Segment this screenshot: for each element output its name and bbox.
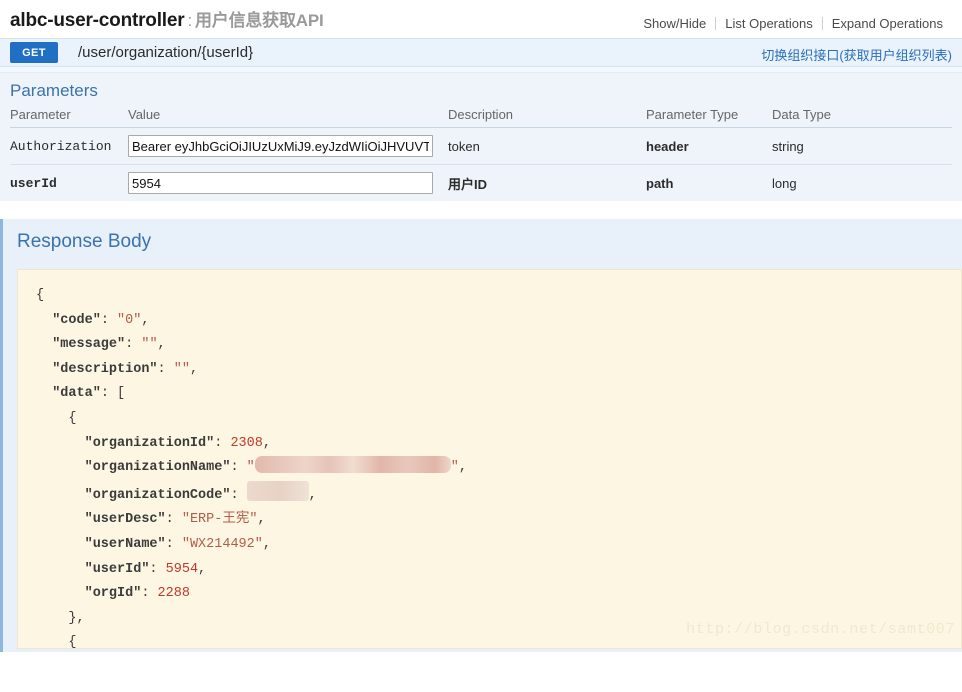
list-operations-link[interactable]: List Operations [716, 16, 821, 31]
operation-row[interactable]: GET /user/organization/{userId} 切换组织接口(获… [0, 38, 962, 67]
parameter-type-authorization: header [646, 127, 772, 165]
column-header-data-type: Data Type [772, 107, 952, 128]
parameter-description-authorization: token [448, 127, 646, 165]
userid-input[interactable] [128, 172, 433, 194]
column-header-parameter: Parameter [10, 107, 128, 128]
http-method-badge: GET [10, 42, 58, 63]
parameters-heading: Parameters [10, 81, 98, 100]
switch-organization-link[interactable]: 切换组织接口(获取用户组织列表) [761, 45, 952, 64]
data-type-userid: long [772, 175, 797, 191]
parameter-type-userid: path [646, 175, 674, 191]
table-header-row: Parameter Value Description Parameter Ty… [10, 107, 952, 128]
parameter-value-cell-userid [128, 165, 448, 202]
response-body-panel: Response Body { "code": "0", "message": … [0, 219, 962, 652]
expand-operations-link[interactable]: Expand Operations [823, 16, 952, 31]
controller-name: albc-user-controller [10, 10, 185, 31]
parameter-name-userid: userId [10, 175, 57, 191]
data-type-authorization: string [772, 127, 952, 165]
response-body-heading: Response Body [17, 231, 152, 252]
parameter-description-userid: 用户ID [448, 176, 488, 192]
authorization-input[interactable] [128, 135, 433, 157]
redacted-organization-name [254, 456, 451, 474]
title-separator: : [187, 11, 192, 30]
watermark: http://blog.csdn.net/samt007 [686, 621, 955, 638]
column-header-description: Description [448, 107, 646, 128]
response-json-content: { "code": "0", "message": "", "descripti… [36, 288, 467, 649]
parameter-value-cell-authorization [128, 127, 448, 165]
column-header-parameter-type: Parameter Type [646, 107, 772, 128]
controller-title: albc-user-controller: 用户信息获取API [10, 6, 324, 32]
show-hide-link[interactable]: Show/Hide [634, 16, 715, 31]
parameter-name-authorization: Authorization [10, 127, 128, 165]
response-json-box[interactable]: { "code": "0", "message": "", "descripti… [17, 269, 962, 649]
table-row: userId 用户ID path long [10, 165, 952, 202]
parameters-table: Parameter Value Description Parameter Ty… [10, 107, 952, 201]
api-header: albc-user-controller: 用户信息获取API Show/Hide… [0, 0, 962, 38]
column-header-value: Value [128, 107, 448, 128]
redacted-organization-code [246, 480, 309, 501]
table-row: Authorization token header string [10, 127, 952, 165]
operation-path[interactable]: /user/organization/{userId} [78, 44, 253, 61]
parameters-section: Parameters Parameter Value Description P… [0, 73, 962, 201]
header-links: Show/Hide List Operations Expand Operation… [634, 16, 952, 31]
controller-description: 用户信息获取API [194, 11, 324, 30]
